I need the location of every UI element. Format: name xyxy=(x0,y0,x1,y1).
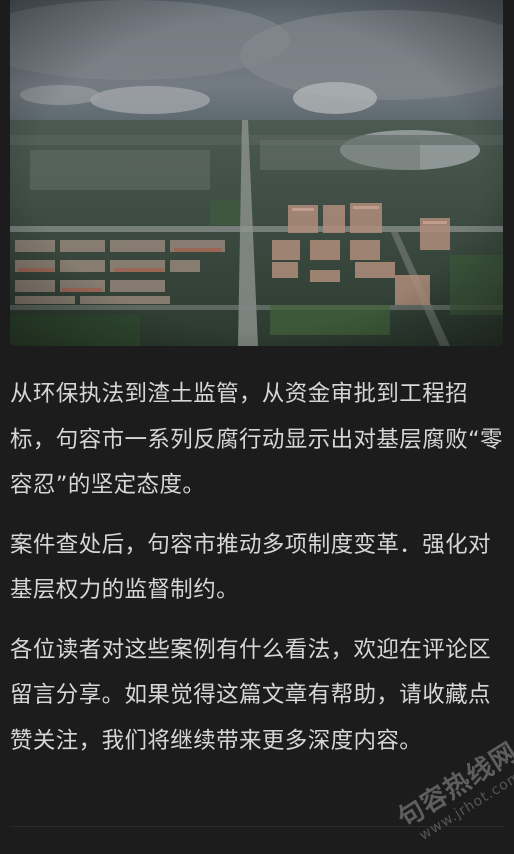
article-paragraph: 案件查处后，句容市推动多项制度变革．强化对基层权力的监督制约。 xyxy=(10,531,491,604)
article-paragraph: 各位读者对这些案例有什么看法，欢迎在评论区留言分享。如果觉得这篇文章有帮助，请收… xyxy=(10,636,491,754)
article-body: 从环保执法到渣土监管，从资金审批到工程招标，句容市一系列反腐行动显示出对基层腐败… xyxy=(10,372,504,778)
aerial-city-illustration xyxy=(10,0,503,346)
aerial-city-photo[interactable] xyxy=(10,0,503,346)
article-paragraph: 从环保执法到渣土监管，从资金审批到工程招标，句容市一系列反腐行动显示出对基层腐败… xyxy=(10,381,503,498)
content-divider xyxy=(10,826,504,827)
